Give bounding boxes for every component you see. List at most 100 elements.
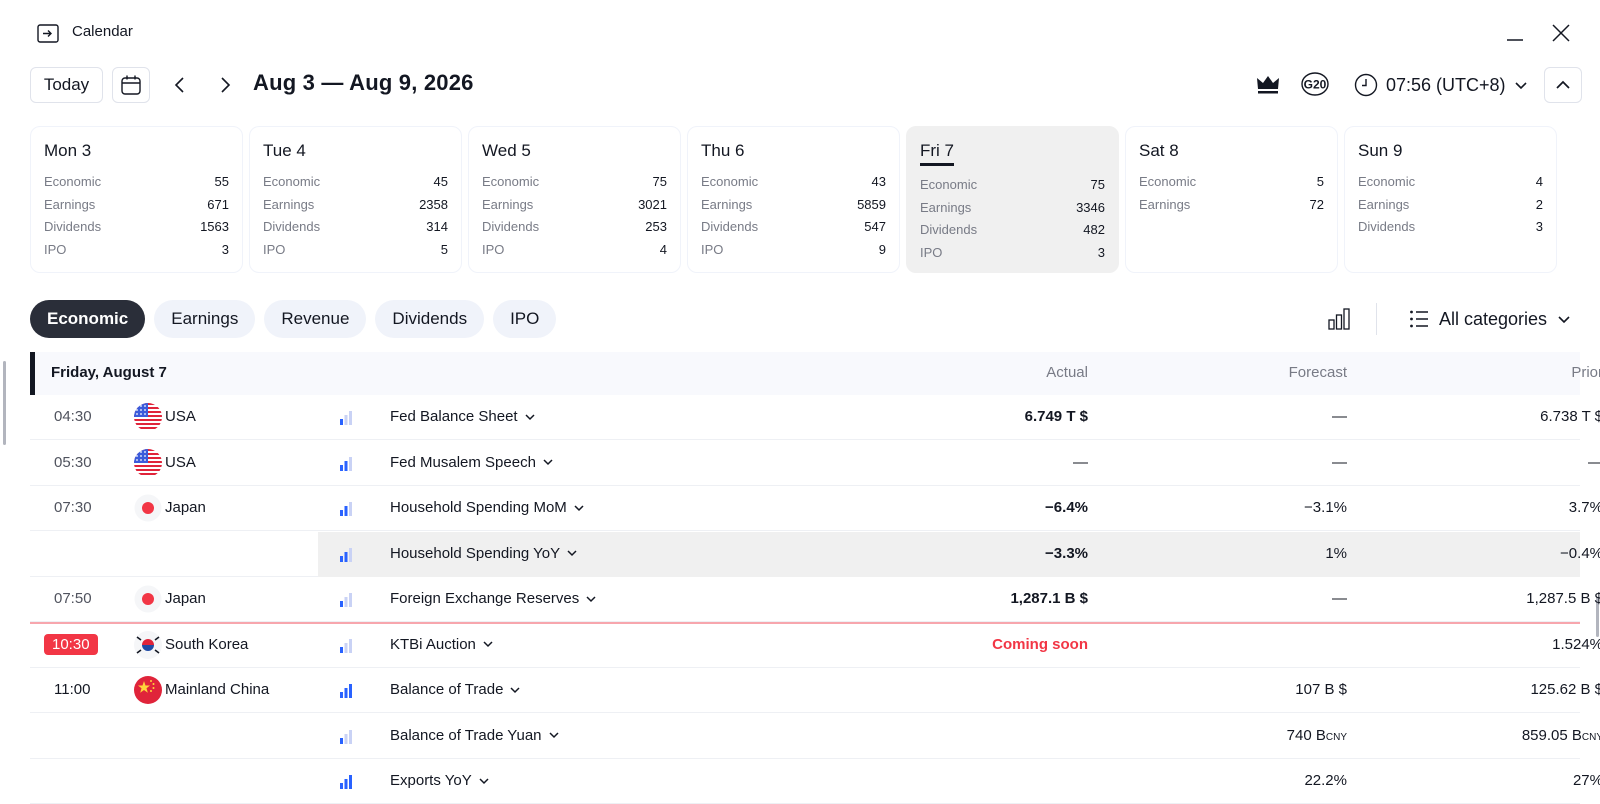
event-title: Balance of Trade Yuan <box>390 726 542 744</box>
forecast-number: 740 B <box>1286 726 1326 744</box>
chevron-up-icon <box>1556 80 1570 89</box>
event-time: 11:00 <box>54 681 91 698</box>
day-stat-row: IPO 9 <box>701 239 886 262</box>
table-row[interactable]: 04:30 USA Fed Balance Sheet 6.749 T $ — 6.738… <box>30 395 1600 440</box>
day-card[interactable]: Wed 5 Economic 75 Earnings 3021 Dividends 253 I… <box>468 126 681 273</box>
categories-dropdown[interactable]: All categories <box>1409 304 1571 334</box>
timezone-select[interactable]: 07:56 (UTC+8) <box>1354 70 1528 100</box>
event-name[interactable]: Balance of Trade Yuan <box>390 727 560 744</box>
day-stat-count: 3 <box>221 241 229 257</box>
day-stat-count: 5 <box>1316 174 1324 189</box>
event-title: Balance of Trade <box>390 681 504 698</box>
table-row[interactable]: Household Spending YoY −3.3% 1% −0.4% <box>30 531 1600 577</box>
collapse-button[interactable] <box>1544 67 1582 103</box>
forecast-unit: CNY <box>1325 731 1347 743</box>
chevron-down-icon <box>586 595 596 602</box>
day-card[interactable]: Sun 9 Economic 4 Earnings 2 Dividends 3 <box>1344 126 1557 273</box>
actual-value: Coming soon <box>992 635 1088 653</box>
table-row[interactable]: 07:30 Japan Household Spending MoM −6.4% −3.… <box>30 486 1600 531</box>
tab-revenue[interactable]: Revenue <box>264 300 367 338</box>
next-week-button[interactable] <box>212 72 238 98</box>
actual-value: — <box>1073 453 1088 471</box>
forecast-value: — <box>1147 408 1347 425</box>
date-marker <box>30 352 35 395</box>
day-stat-count: 547 <box>864 219 886 234</box>
prior-number: 1.524% <box>1552 635 1600 653</box>
table-date: Friday, August 7 <box>51 364 167 381</box>
day-card[interactable]: Tue 4 Economic 45 Earnings 2358 Dividends 314 I… <box>249 126 462 273</box>
day-stat-count: 671 <box>207 196 229 212</box>
event-name[interactable]: Fed Balance Sheet <box>390 408 536 425</box>
event-title: Household Spending YoY <box>390 544 561 562</box>
event-time: 10:30 <box>44 633 98 655</box>
day-stat-count: 4 <box>659 241 667 257</box>
day-stat-row: Economic 45 <box>263 171 448 194</box>
importance-icon <box>339 502 353 516</box>
tab-dividends[interactable]: Dividends <box>375 300 485 338</box>
event-name[interactable]: Balance of Trade <box>390 681 521 698</box>
event-name[interactable]: KTBi Auction <box>390 636 494 653</box>
day-stat-count: 5859 <box>857 196 886 212</box>
sidebar-toggle-icon[interactable] <box>37 24 59 43</box>
day-stat-row: Economic 55 <box>44 171 229 194</box>
day-card[interactable]: Sat 8 Economic 5 Earnings 72 <box>1125 126 1338 273</box>
day-stat-row: Economic 4 <box>1358 171 1543 194</box>
g20-icon[interactable]: G20 <box>1300 71 1330 97</box>
chevron-down-icon <box>1514 82 1527 90</box>
tab-economic[interactable]: Economic <box>30 300 146 338</box>
close-icon[interactable] <box>1548 20 1574 46</box>
day-stat-label: Dividends <box>701 219 759 234</box>
date-picker-button[interactable] <box>112 67 150 103</box>
chevron-down-icon <box>543 459 553 466</box>
event-title: Exports YoY <box>390 772 472 789</box>
event-country: USA <box>165 408 196 425</box>
event-time: 07:30 <box>54 499 92 516</box>
forecast-value: 1% <box>1147 545 1347 562</box>
day-stat-count: 72 <box>1309 196 1324 212</box>
crown-icon[interactable] <box>1255 72 1281 96</box>
table-row[interactable]: Exports YoY 22.2% 27% <box>30 759 1600 804</box>
day-card[interactable]: Fri 7 Economic 75 Earnings 3346 Dividends 482 I… <box>906 126 1119 273</box>
day-stat-count: 9 <box>878 241 886 257</box>
clock-icon <box>1354 73 1378 97</box>
prior-number: 6.738 T $ <box>1540 408 1600 425</box>
chevron-down-icon <box>574 504 584 511</box>
event-name[interactable]: Household Spending YoY <box>390 545 578 562</box>
prior-number: — <box>1588 454 1600 471</box>
prior-number: −0.4% <box>1560 544 1600 562</box>
tab-earnings[interactable]: Earnings <box>154 300 256 338</box>
table-row[interactable]: 05:30 USA Fed Musalem Speech — — — <box>30 441 1600 486</box>
day-stat-label: Earnings <box>920 199 972 215</box>
scrollbar[interactable] <box>3 361 6 445</box>
table-row[interactable]: 07:50 Japan Foreign Exchange Reserves 1,287… <box>30 577 1600 622</box>
day-card[interactable]: Thu 6 Economic 43 Earnings 5859 Dividends 547 I… <box>687 126 900 273</box>
day-stat-row: Economic 5 <box>1139 171 1324 194</box>
forecast-number: 22.2% <box>1304 772 1347 789</box>
table-row[interactable]: 11:00 Mainland China Balance of Trade 107 B… <box>30 668 1600 713</box>
event-name[interactable]: Foreign Exchange Reserves <box>390 590 597 607</box>
minimize-icon[interactable] <box>1502 20 1528 46</box>
day-stat-row: Dividends 547 <box>701 216 886 239</box>
today-button[interactable]: Today <box>30 67 103 103</box>
day-stat-row: IPO 5 <box>263 239 448 262</box>
forecast-value: 107 B $ <box>1147 681 1347 698</box>
timezone-label: 07:56 (UTC+8) <box>1386 74 1506 95</box>
tab-ipo[interactable]: IPO <box>493 300 557 338</box>
event-name[interactable]: Household Spending MoM <box>390 499 585 516</box>
day-stat-row: Earnings 3021 <box>482 194 667 217</box>
day-stat-row: IPO 4 <box>482 239 667 262</box>
importance-icon <box>339 638 353 653</box>
importance-chart-icon[interactable] <box>1326 306 1352 332</box>
day-stat-label: IPO <box>263 241 286 257</box>
event-name[interactable]: Exports YoY <box>390 772 490 789</box>
day-stat-row: Earnings 72 <box>1139 194 1324 217</box>
day-card[interactable]: Mon 3 Economic 55 Earnings 671 Dividends 1563 I… <box>30 126 243 273</box>
day-stat-count: 3 <box>1535 219 1543 234</box>
day-stat-row: Dividends 1563 <box>44 216 229 239</box>
table-row[interactable]: 10:30 South Korea KTBi Auction Coming soon 1… <box>30 623 1600 668</box>
previous-week-button[interactable] <box>167 72 193 98</box>
event-name[interactable]: Fed Musalem Speech <box>390 454 554 471</box>
current-time-line <box>30 621 1580 624</box>
table-row[interactable]: Balance of Trade Yuan 740 BCNY 859.05 BCNY <box>30 714 1600 759</box>
column-prior: Prior <box>1571 364 1600 381</box>
